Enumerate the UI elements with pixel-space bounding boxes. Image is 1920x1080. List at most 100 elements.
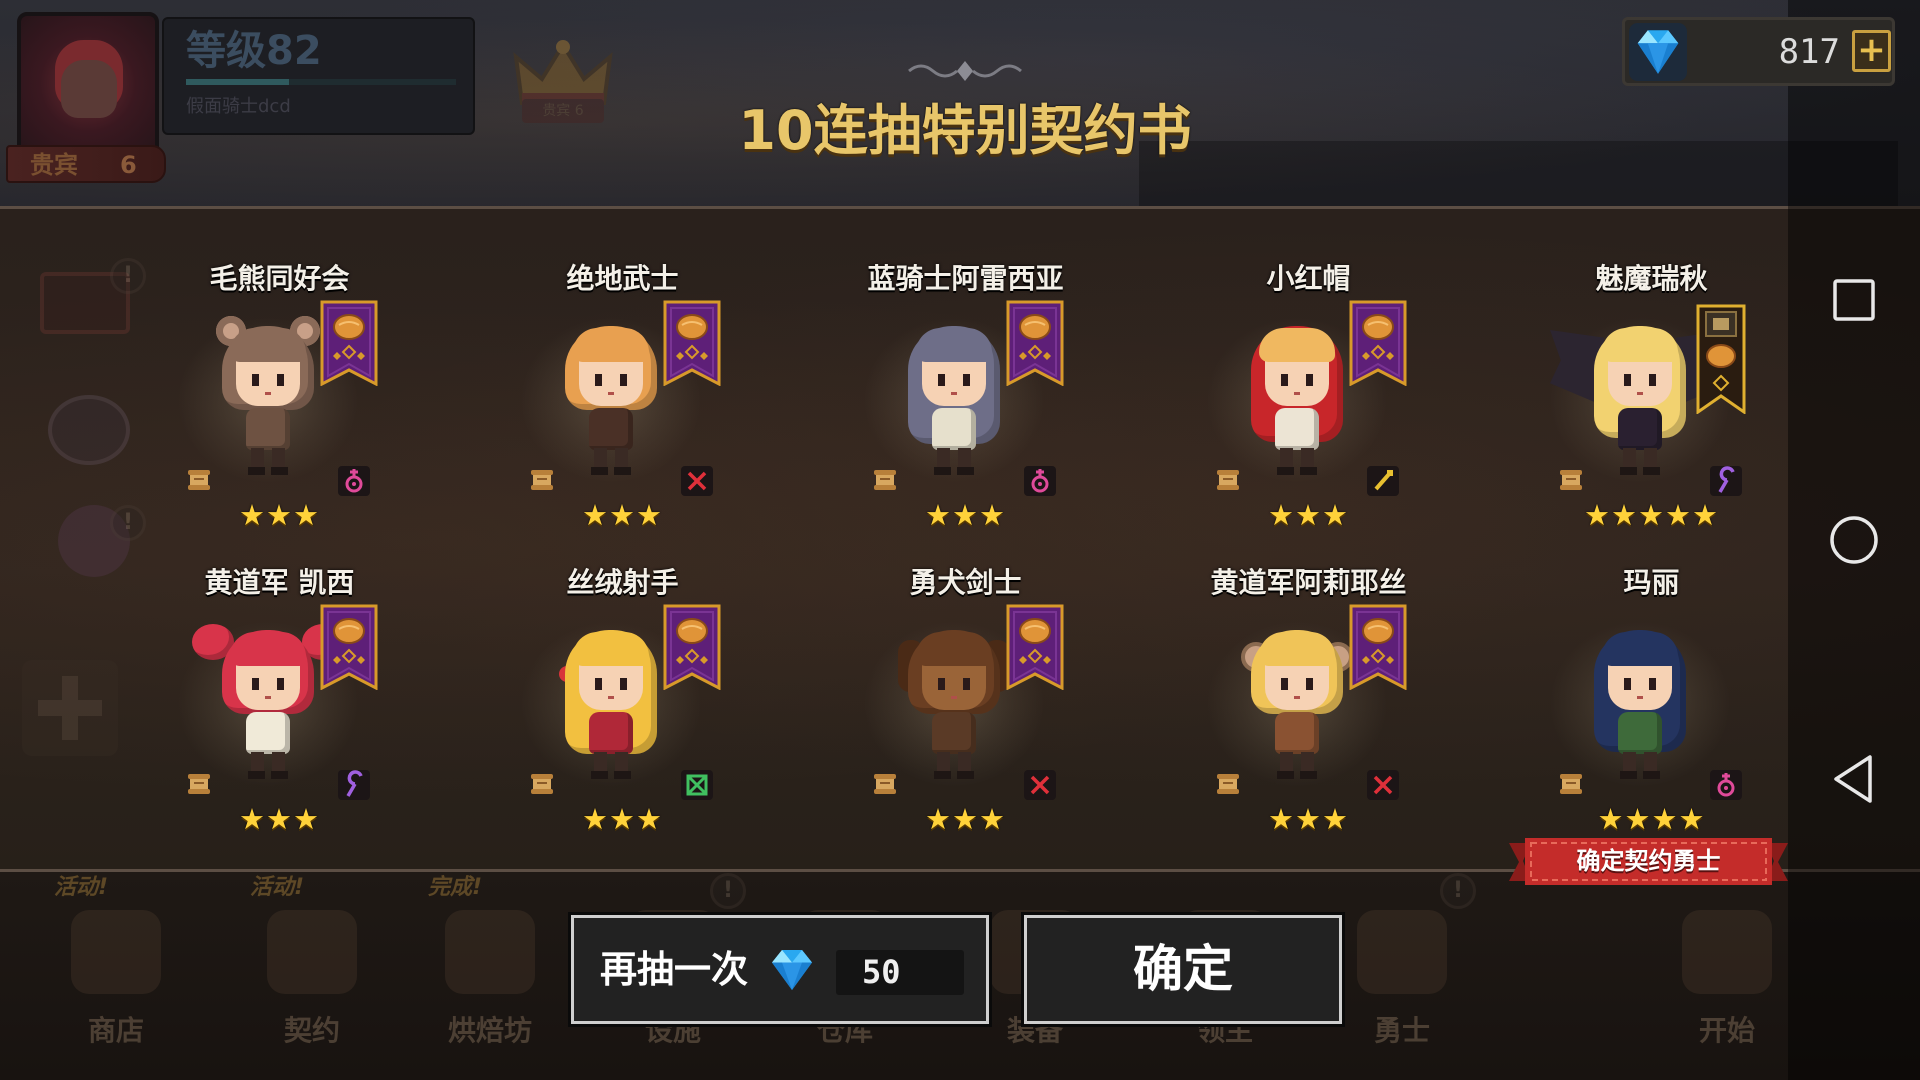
- hero-card[interactable]: 黄道军阿莉耶丝 ★★★: [1137, 562, 1480, 862]
- add-gems-button[interactable]: +: [1852, 30, 1891, 72]
- sprite-eye: [938, 374, 945, 386]
- hero-card[interactable]: 蓝骑士阿雷西亚 ★★★: [794, 258, 1137, 558]
- sprite-mouth: [608, 392, 614, 395]
- bread-banner-icon: [1006, 604, 1064, 691]
- hero-sprite: [174, 618, 362, 790]
- staff-icon: [1710, 466, 1742, 496]
- sprite-mouth: [1637, 392, 1643, 395]
- hero-card[interactable]: 绝地武士 ★★★: [451, 258, 794, 558]
- sprite-shoes: [934, 771, 974, 779]
- star-icon: ★: [1692, 498, 1719, 532]
- level-progress-bar: [186, 79, 456, 85]
- star-icon: ★: [582, 802, 609, 836]
- hero-card[interactable]: 魅魔瑞秋 ★★★★★: [1480, 258, 1823, 558]
- star-icon: ★: [266, 498, 293, 532]
- scroll-icon: [186, 468, 212, 492]
- sprite-eye: [277, 374, 284, 386]
- nav-item-badge: 活动!: [54, 875, 109, 900]
- star-rating: ★★★: [108, 804, 451, 834]
- star-rating: ★★★: [451, 500, 794, 530]
- confirm-button[interactable]: 确定: [1024, 915, 1342, 1024]
- nav-item-label: 烘焙坊: [447, 1014, 532, 1047]
- sprite-mouth: [1294, 392, 1300, 395]
- sprite-bangs: [916, 632, 992, 666]
- scroll-icon: [1558, 772, 1584, 796]
- hero-card[interactable]: 毛熊同好会 ★★★: [108, 258, 451, 558]
- scroll-icon: [1215, 468, 1241, 492]
- sprite-mouth: [951, 696, 957, 699]
- hero-sprite: [860, 618, 1048, 790]
- hero-name: 毛熊同好会: [209, 262, 350, 295]
- sprite-shoes: [934, 467, 974, 475]
- hero-sprite: [1546, 618, 1734, 790]
- sprite-mouth: [265, 392, 271, 395]
- star-icon: ★: [293, 802, 320, 836]
- star-rating: ★★★: [794, 804, 1137, 834]
- healer-icon: [1024, 466, 1056, 496]
- star-rating: ★★★: [794, 500, 1137, 530]
- sprite-bangs: [573, 328, 649, 362]
- bottom-nav-item: 烘焙坊 完成!: [410, 872, 570, 1072]
- gem-count: 817: [1778, 32, 1840, 72]
- sprite-eye: [277, 678, 284, 690]
- hero-name: 魅魔瑞秋: [1595, 262, 1708, 295]
- sword-icon: [1367, 770, 1399, 800]
- sprite-eye: [1649, 678, 1656, 690]
- sprite-bangs: [916, 328, 992, 362]
- sprite-mouth: [1294, 696, 1300, 699]
- hero-name: 蓝骑士阿雷西亚: [867, 262, 1064, 295]
- draw-again-label: 再抽一次: [600, 948, 748, 991]
- nav-item-badge: 完成!: [428, 875, 483, 900]
- hero-sprite: [174, 314, 362, 486]
- draw-again-button[interactable]: 再抽一次 50: [571, 915, 989, 1024]
- sprite-eye: [1281, 374, 1288, 386]
- hero-sprite: [1203, 314, 1391, 486]
- player-name: 假面骑士dcd: [186, 96, 291, 117]
- star-icon: ★: [925, 498, 952, 532]
- sprite-shoes: [591, 771, 631, 779]
- bottom-nav-item: 勇士: [1322, 872, 1482, 1072]
- nav-item-icon: [267, 910, 357, 994]
- sprite-shoes: [1277, 467, 1317, 475]
- star-rating: ★★★: [1137, 804, 1480, 834]
- hero-card[interactable]: 丝绒射手 ★★★: [451, 562, 794, 862]
- star-icon: ★: [1638, 498, 1665, 532]
- star-icon: ★: [1584, 498, 1611, 532]
- sprite-shoes: [1277, 771, 1317, 779]
- recent-apps-icon[interactable]: [1818, 264, 1890, 336]
- hero-name: 黄道军阿莉耶丝: [1210, 566, 1407, 599]
- gem-icon: [767, 945, 817, 995]
- player-level-panel: 等级82 假面骑士dcd: [162, 17, 475, 135]
- bow-icon: [681, 770, 713, 800]
- sprite-eye: [1306, 678, 1313, 690]
- hero-card[interactable]: 黄道军 凯西 ★★★: [108, 562, 451, 862]
- gold-bread-banner-icon: [1696, 304, 1746, 415]
- sprite-bangs: [1259, 328, 1335, 362]
- nav-item-icon: [445, 910, 535, 994]
- nav-item-label: 勇士: [1373, 1014, 1430, 1047]
- nav-item-icon: [71, 910, 161, 994]
- star-rating: ★★★★: [1480, 804, 1823, 834]
- star-rating: ★★★: [108, 500, 451, 530]
- sprite-eye: [595, 678, 602, 690]
- sprite-eye: [252, 678, 259, 690]
- title-ornament: [905, 58, 1025, 84]
- scroll-icon: [529, 468, 555, 492]
- sprite-eye: [1306, 374, 1313, 386]
- hero-card[interactable]: 勇犬剑士 ★★★: [794, 562, 1137, 862]
- sprite-body: [1618, 712, 1662, 754]
- bread-banner-icon: [1006, 300, 1064, 387]
- bread-banner-icon: [1349, 604, 1407, 691]
- sprite-eye: [620, 374, 627, 386]
- star-icon: ★: [1665, 498, 1692, 532]
- hero-card[interactable]: 小红帽 ★★★: [1137, 258, 1480, 558]
- star-icon: ★: [636, 802, 663, 836]
- back-icon[interactable]: [1818, 743, 1890, 815]
- sword-icon: [681, 466, 713, 496]
- sword-icon: [1024, 770, 1056, 800]
- bottom-nav-item: 契约 活动!: [232, 872, 392, 1072]
- sprite-shoes: [591, 467, 631, 475]
- hero-card[interactable]: 玛丽 ★★★★: [1480, 562, 1823, 862]
- plus-icon: [22, 660, 118, 756]
- home-icon[interactable]: [1818, 504, 1890, 576]
